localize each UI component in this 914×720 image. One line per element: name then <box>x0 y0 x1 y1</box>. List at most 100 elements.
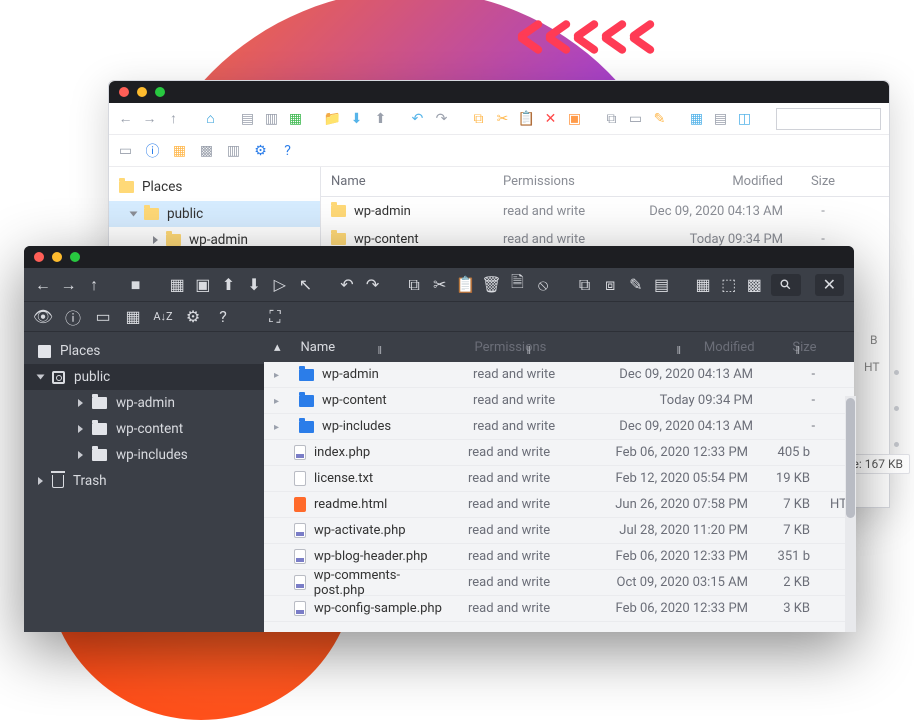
table-row[interactable]: ▸wp-includesread and writeDec 09, 2020 0… <box>264 414 854 440</box>
rename-icon[interactable]: ▭ <box>627 110 644 127</box>
home-icon[interactable]: ■ <box>127 276 145 294</box>
redo-icon[interactable]: ↷ <box>433 110 450 127</box>
col-size[interactable]: Size <box>793 174 853 189</box>
view-grid-icon[interactable]: ▦ <box>124 308 142 326</box>
sort-az-icon[interactable]: A↓Z <box>154 308 172 326</box>
table-row[interactable]: wp-adminread and writeDec 09, 2020 04:13… <box>321 197 889 225</box>
view-icons-icon[interactable]: ▩ <box>198 142 215 159</box>
sidebar-item-public[interactable]: public <box>109 201 320 227</box>
window-maximize-icon[interactable] <box>155 87 165 97</box>
sidebar-item-public[interactable]: public <box>24 364 264 390</box>
paste-icon[interactable]: 📋 <box>518 110 535 127</box>
window-close-icon[interactable] <box>119 87 129 97</box>
copy-icon[interactable]: ⧉ <box>405 276 423 294</box>
sidebar-item-trash[interactable]: Trash <box>24 468 264 494</box>
up-icon[interactable]: ↑ <box>85 276 103 294</box>
col-modified[interactable]: Modified <box>615 174 793 189</box>
help-icon[interactable]: ? <box>279 142 296 159</box>
table-row[interactable]: ▸wp-adminread and writeDec 09, 2020 04:1… <box>264 362 854 388</box>
table-row[interactable]: wp-blog-header.phpread and writeFeb 06, … <box>264 544 854 570</box>
home-icon[interactable]: ⌂ <box>202 110 219 127</box>
cut-icon[interactable]: ✂ <box>494 110 511 127</box>
permissions-icon[interactable]: ▤ <box>653 276 671 294</box>
table-row[interactable]: wp-comments-post.phpread and writeOct 09… <box>264 570 854 596</box>
sidebar-item-wp-content[interactable]: wp-content <box>24 416 264 442</box>
col-size[interactable]: Size‖ <box>765 340 827 355</box>
paste-icon[interactable]: 📋 <box>457 276 475 294</box>
hide-icon[interactable]: ⦸ <box>534 276 552 294</box>
search-input[interactable] <box>776 108 881 130</box>
preview-icon[interactable]: 👁 <box>34 308 52 326</box>
table-row[interactable]: readme.htmlread and writeJun 26, 2020 07… <box>264 492 854 518</box>
forward-icon[interactable]: → <box>141 110 158 127</box>
info-icon[interactable]: ⓘ <box>64 308 82 326</box>
new-add-icon[interactable]: ▦ <box>287 110 304 127</box>
expand-icon[interactable]: ▸ <box>264 367 289 382</box>
new-file-icon[interactable]: ▦ <box>168 276 186 294</box>
panel-icon[interactable]: ▭ <box>94 308 112 326</box>
settings-icon[interactable]: ⚙ <box>252 142 269 159</box>
table-row[interactable]: wp-activate.phpread and writeJul 28, 202… <box>264 518 854 544</box>
window-minimize-icon[interactable] <box>52 252 62 262</box>
sidebar-item-wp-admin[interactable]: wp-admin <box>24 390 264 416</box>
upload-icon[interactable]: ⬆ <box>220 276 238 294</box>
back-icon[interactable]: ← <box>34 276 52 294</box>
undo-icon[interactable]: ↶ <box>409 110 426 127</box>
delete-icon[interactable]: 🗑 <box>483 276 501 294</box>
expand-icon[interactable]: ▸ <box>264 393 289 408</box>
col-permissions[interactable]: Permissions‖ <box>465 340 589 355</box>
col-permissions[interactable]: Permissions <box>493 174 615 189</box>
window-minimize-icon[interactable] <box>137 87 147 97</box>
settings-icon[interactable]: ⚙ <box>184 308 202 326</box>
view-list-icon[interactable]: ▤ <box>712 110 729 127</box>
rename-icon[interactable]: ⧈ <box>601 276 619 294</box>
download-icon[interactable]: ⬇ <box>245 276 263 294</box>
copy-icon[interactable]: ⧉ <box>470 110 487 127</box>
send-icon[interactable]: ▷ <box>271 276 289 294</box>
pointer-icon[interactable]: ↖ <box>297 276 315 294</box>
back-icon[interactable]: ← <box>117 110 134 127</box>
view-grid-icon[interactable]: ▦ <box>688 110 705 127</box>
view-columns-icon[interactable]: ▥ <box>225 142 242 159</box>
fullscreen-icon[interactable]: ⛶ <box>266 308 284 326</box>
invert-icon[interactable]: ▩ <box>746 276 764 294</box>
select-all-icon[interactable]: ▦ <box>694 276 712 294</box>
cut-icon[interactable]: ✂ <box>431 276 449 294</box>
col-name[interactable]: Name‖ <box>291 340 465 355</box>
select-none-icon[interactable]: ⬚ <box>720 276 738 294</box>
view-split-icon[interactable]: ◫ <box>736 110 753 127</box>
up-icon[interactable]: ↑ <box>165 110 182 127</box>
close-button[interactable]: ✕ <box>815 274 844 296</box>
col-name[interactable]: Name <box>321 174 493 189</box>
new-folder-icon[interactable]: ▣ <box>194 276 212 294</box>
sidebar-item-wp-includes[interactable]: wp-includes <box>24 442 264 468</box>
edit-icon[interactable]: ✎ <box>651 110 668 127</box>
new-folder-icon[interactable]: 📁 <box>324 110 341 127</box>
scrollbar[interactable] <box>845 396 856 632</box>
table-row[interactable]: ▸wp-contentread and writeToday 09:34 PM- <box>264 388 854 414</box>
help-icon[interactable]: ? <box>214 308 232 326</box>
duplicate-icon[interactable]: ⧉ <box>603 110 620 127</box>
titlebar[interactable] <box>109 81 889 103</box>
new-file-icon[interactable]: ▤ <box>239 110 256 127</box>
search-button[interactable] <box>771 274 800 296</box>
undo-icon[interactable]: ↶ <box>338 276 356 294</box>
window-maximize-icon[interactable] <box>70 252 80 262</box>
col-modified[interactable]: Modified‖ <box>589 340 765 355</box>
organize-icon[interactable]: ▦ <box>171 142 188 159</box>
table-row[interactable]: license.txtread and writeFeb 12, 2020 05… <box>264 466 854 492</box>
download-icon[interactable]: ⬇ <box>348 110 365 127</box>
redo-icon[interactable]: ↷ <box>364 276 382 294</box>
edit-icon[interactable]: ✎ <box>627 276 645 294</box>
forward-icon[interactable]: → <box>60 276 78 294</box>
clear-icon[interactable]: ▣ <box>566 110 583 127</box>
duplicate-icon[interactable]: ⧉ <box>576 276 594 294</box>
new-file2-icon[interactable]: ▥ <box>263 110 280 127</box>
info-icon[interactable]: ⓘ <box>144 142 161 159</box>
upload-icon[interactable]: ⬆ <box>372 110 389 127</box>
titlebar[interactable] <box>24 246 854 268</box>
table-row[interactable]: index.phpread and writeFeb 06, 2020 12:3… <box>264 440 854 466</box>
delete-icon[interactable]: ✕ <box>542 110 559 127</box>
file-icon[interactable]: 🗎 <box>509 276 527 294</box>
col-sort-icon[interactable]: ▴ <box>264 340 291 355</box>
